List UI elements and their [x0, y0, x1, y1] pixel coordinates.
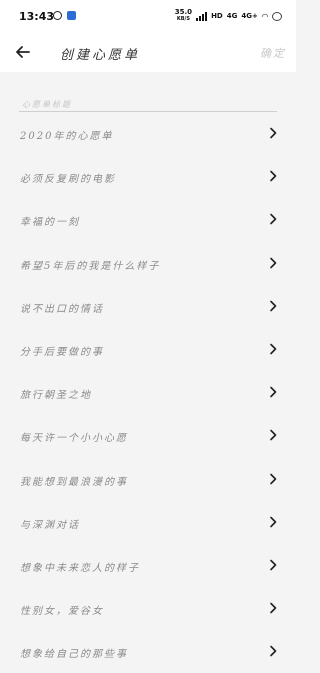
list-item-label: 必须反复刷的电影 [20, 174, 116, 186]
list-item[interactable]: 旅行朝圣之地 [0, 371, 296, 414]
list-item[interactable]: 想象中未来恋人的样子 [0, 544, 296, 587]
wishlist-title-input[interactable] [19, 95, 280, 114]
chevron-right-icon [270, 430, 277, 441]
chevron-right-icon [270, 127, 277, 139]
battery-icon [272, 11, 282, 21]
list-item[interactable]: 分手后要做的事 [0, 328, 296, 371]
chevron-right-icon [270, 645, 277, 657]
title-input-container [19, 92, 280, 114]
chevron-right-icon [270, 300, 277, 312]
wifi-icon: ◠ [261, 11, 268, 21]
confirm-button[interactable]: 确定 [260, 45, 286, 61]
list-item[interactable]: 说不出口的情话 [0, 285, 296, 328]
list-item[interactable]: 性别女，爱谷女 [0, 587, 296, 630]
net-speed-unit: KB/S [176, 16, 190, 22]
list-item-label: 2020年的心愿单 [20, 131, 114, 142]
list-item-label: 我能想到最浪漫的事 [20, 476, 128, 488]
list-item-label: 性别女，爱谷女 [20, 606, 104, 618]
chevron-right-icon [270, 386, 277, 398]
list-item[interactable]: 与深渊对话 [0, 501, 296, 544]
status-bar: 13:43 35.0 KB/S HD 4G 4G+ ◠ [0, 0, 296, 34]
back-arrow-icon[interactable] [12, 41, 34, 63]
list-item-label: 与深渊对话 [20, 519, 80, 531]
list-item[interactable]: 希望5年后的我是什么样子 [0, 242, 296, 285]
net-speed: 35.0 KB/S [175, 9, 192, 23]
chevron-right-icon [270, 343, 277, 355]
signal-b-label: 4G+ [241, 12, 258, 20]
page-title: 创建心愿单 [60, 48, 141, 63]
list-item[interactable]: 幸福的一刻 [0, 198, 296, 241]
chevron-right-icon [270, 516, 277, 527]
top-app-bar: 创建心愿单 确定 [0, 34, 296, 72]
list-item-label: 想象中未来恋人的样子 [20, 562, 140, 574]
list-item[interactable]: 每天许一个小小心愿 [0, 414, 296, 457]
list-item-label: 想象给自己的那些事 [20, 649, 128, 661]
status-time: 13:43 [19, 10, 55, 23]
chevron-right-icon [270, 602, 277, 614]
chevron-right-icon [270, 257, 277, 268]
list-item-label: 每天许一个小小心愿 [20, 433, 128, 445]
status-right: 35.0 KB/S HD 4G 4G+ ◠ [175, 9, 282, 23]
app-notification-icon [67, 11, 76, 20]
list-item[interactable]: 我能想到最浪漫的事 [0, 458, 296, 501]
chevron-right-icon [270, 170, 277, 182]
list-item-label: 旅行朝圣之地 [20, 390, 92, 402]
chevron-right-icon [270, 214, 277, 225]
list-item[interactable]: 2020年的心愿单 [0, 112, 296, 155]
list-item-label: 分手后要做的事 [20, 346, 104, 358]
chevron-right-icon [270, 473, 277, 484]
list-item-label: 幸福的一刻 [20, 217, 80, 229]
list-item-label: 希望5年后的我是什么样子 [20, 260, 161, 272]
net-speed-value: 35.0 [174, 8, 193, 16]
template-list: 2020年的心愿单 必须反复刷的电影 幸福的一刻 希望5年后的我是什么样子 说不… [0, 112, 296, 673]
list-item-label: 说不出口的情话 [20, 303, 104, 315]
list-item[interactable]: 想象给自己的那些事 [0, 630, 296, 673]
message-icon [53, 11, 62, 20]
signal-icon [196, 11, 208, 21]
list-item[interactable]: 必须反复刷的电影 [0, 155, 296, 198]
hd-badge: HD [211, 12, 223, 20]
signal-a-label: 4G [226, 12, 238, 20]
chevron-right-icon [270, 559, 277, 571]
